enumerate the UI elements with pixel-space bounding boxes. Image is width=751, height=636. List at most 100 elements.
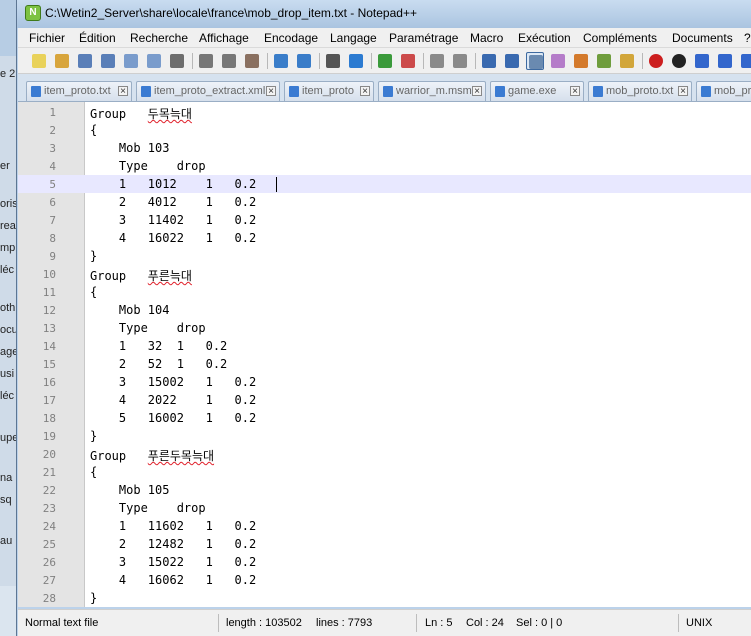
line-content: }: [90, 249, 98, 263]
menu-documents[interactable]: Documents: [672, 31, 733, 45]
line-number: 4: [49, 160, 56, 173]
tab-document[interactable]: item_proto_extract.xml ×: [136, 81, 280, 101]
save-macro-icon-glyph: [741, 54, 751, 68]
menu-help[interactable]: ?: [744, 31, 751, 45]
tab-close-icon[interactable]: ×: [678, 86, 688, 97]
close-icon-glyph: [124, 54, 138, 68]
zoom-in-icon-glyph: [378, 54, 392, 68]
cut-icon[interactable]: [197, 52, 215, 70]
code-line: 19}: [18, 427, 751, 445]
menu-affichage[interactable]: Affichage: [199, 31, 249, 45]
folder-workspace-icon-glyph: [620, 54, 634, 68]
word-wrap-icon[interactable]: [480, 52, 498, 70]
user-lang-icon-glyph: [551, 54, 565, 68]
sync-horizontal-icon[interactable]: [451, 52, 469, 70]
tab-label: warrior_m.msm: [396, 85, 472, 97]
text-editor[interactable]: 1 Group 두목늑대 2{3 Mob 103 4 Type drop 5 1 101…: [18, 102, 751, 607]
menu-macro[interactable]: Macro: [470, 31, 503, 45]
tab-close-icon[interactable]: ×: [118, 86, 128, 97]
save-all-icon-glyph: [101, 54, 115, 68]
menu-langage[interactable]: Langage: [330, 31, 377, 45]
menu-complements[interactable]: Compléments: [583, 31, 657, 45]
line-number: 18: [42, 412, 56, 425]
run-macro-multiple-icon-glyph: [718, 54, 732, 68]
tab-close-icon[interactable]: ×: [360, 86, 370, 97]
replace-icon-glyph: [349, 54, 363, 68]
line-number: 10: [42, 268, 56, 281]
line-content: 4 16062 1 0.2: [90, 573, 257, 587]
line-content: 1 32 1 0.2: [90, 339, 228, 353]
line-content: Mob 105: [90, 483, 170, 497]
menu-edition[interactable]: Édition: [79, 31, 116, 45]
run-macro-multiple-icon[interactable]: [716, 52, 734, 70]
line-number: 23: [42, 502, 56, 515]
save-icon[interactable]: [76, 52, 94, 70]
line-text: {: [90, 285, 97, 299]
line-content: 2 52 1 0.2: [90, 357, 228, 371]
tab-close-icon[interactable]: ×: [266, 86, 276, 97]
show-all-chars-icon[interactable]: [503, 52, 521, 70]
function-list-icon[interactable]: [595, 52, 613, 70]
zoom-out-icon[interactable]: [399, 52, 417, 70]
print-icon[interactable]: [168, 52, 186, 70]
menu-fichier[interactable]: Fichier: [29, 31, 65, 45]
play-macro-icon[interactable]: [693, 52, 711, 70]
save-macro-icon[interactable]: [739, 52, 751, 70]
tab-document[interactable]: mob_proto.txt: [696, 81, 751, 101]
status-file-type: Normal text file: [25, 617, 99, 629]
sync-vertical-icon-glyph: [430, 54, 444, 68]
close-all-icon-glyph: [147, 54, 161, 68]
undo-icon[interactable]: [272, 52, 290, 70]
sync-vertical-icon[interactable]: [428, 52, 446, 70]
tab-document[interactable]: warrior_m.msm ×: [378, 81, 486, 101]
close-icon[interactable]: [122, 52, 140, 70]
zoom-in-icon[interactable]: [376, 52, 394, 70]
copy-icon[interactable]: [220, 52, 238, 70]
tab-document[interactable]: game.exe ×: [490, 81, 584, 101]
line-number: 15: [42, 358, 56, 371]
line-text: 3 11402 1 0.2: [90, 213, 256, 227]
tab-document[interactable]: item_proto.txt ×: [26, 81, 132, 101]
record-macro-icon[interactable]: [647, 52, 665, 70]
tab-label: mob_proto.txt: [714, 85, 751, 97]
folder-workspace-icon[interactable]: [618, 52, 636, 70]
stop-macro-icon-glyph: [672, 54, 686, 68]
redo-icon[interactable]: [295, 52, 313, 70]
status-col: Col : 24: [466, 617, 504, 629]
code-line: 20 Group 푸른두목늑대: [18, 445, 751, 463]
code-line: 26 3 15022 1 0.2: [18, 553, 751, 571]
tab-close-icon[interactable]: ×: [570, 86, 580, 97]
tab-document[interactable]: item_proto ×: [284, 81, 374, 101]
indent-guide-icon[interactable]: [526, 52, 544, 70]
document-saved-icon: [141, 86, 151, 97]
find-icon[interactable]: [324, 52, 342, 70]
line-text: }: [90, 249, 97, 263]
paste-icon[interactable]: [243, 52, 261, 70]
line-text: Mob 105: [90, 483, 170, 497]
line-text: {: [90, 123, 97, 137]
tab-close-icon[interactable]: ×: [472, 86, 482, 97]
menu-recherche[interactable]: Recherche: [130, 31, 188, 45]
close-all-icon[interactable]: [145, 52, 163, 70]
menu-parametrage[interactable]: Paramétrage: [389, 31, 458, 45]
user-lang-icon[interactable]: [549, 52, 567, 70]
menu-encodage[interactable]: Encodage: [264, 31, 318, 45]
line-content: 4 2022 1 0.2: [90, 393, 257, 407]
document-saved-icon: [31, 86, 41, 97]
toolbar-separator: [642, 53, 643, 69]
new-file-icon[interactable]: [30, 52, 48, 70]
replace-icon[interactable]: [347, 52, 365, 70]
doc-map-icon[interactable]: [572, 52, 590, 70]
menu-execution[interactable]: Exécution: [518, 31, 571, 45]
open-file-icon[interactable]: [53, 52, 71, 70]
save-all-icon[interactable]: [99, 52, 117, 70]
line-text: Type drop: [90, 501, 206, 515]
line-content: }: [90, 429, 98, 443]
line-content: {: [90, 285, 98, 299]
tab-document[interactable]: mob_proto.txt ×: [588, 81, 692, 101]
code-line: 2{: [18, 121, 751, 139]
cut-icon-glyph: [199, 54, 213, 68]
code-line: 13 Type drop: [18, 319, 751, 337]
korean-group-name: 두목늑대: [147, 107, 192, 121]
stop-macro-icon[interactable]: [670, 52, 688, 70]
